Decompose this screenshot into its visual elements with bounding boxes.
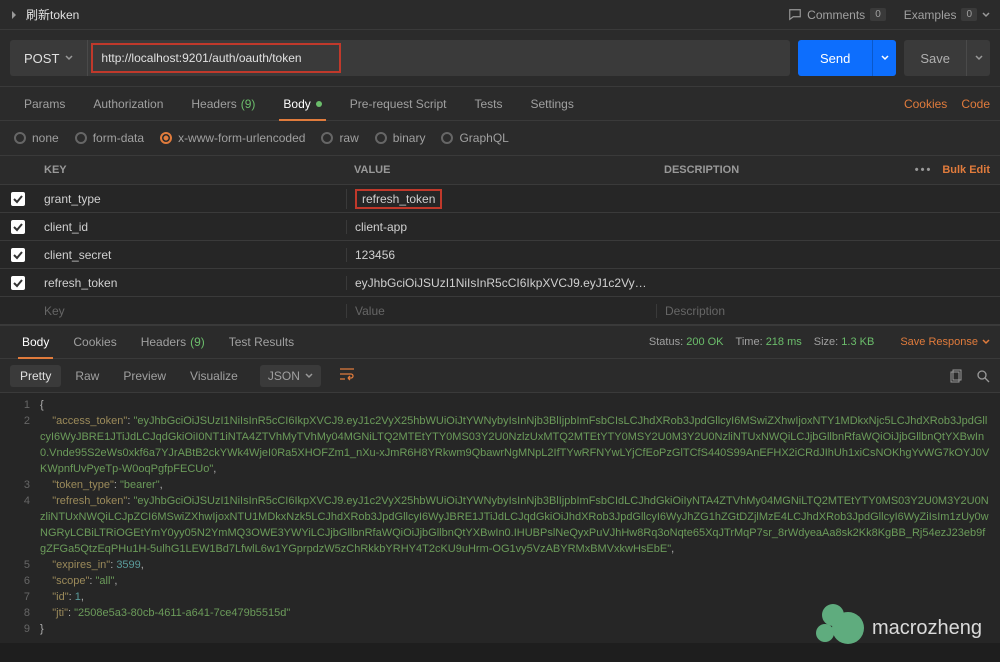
chevron-down-icon: [982, 338, 990, 346]
url-bar: POST: [10, 40, 790, 76]
key-cell[interactable]: client_secret: [36, 248, 346, 262]
resp-tab-headers[interactable]: Headers (9): [129, 325, 217, 359]
view-visualize[interactable]: Visualize: [180, 365, 248, 387]
send-dropdown[interactable]: [872, 40, 896, 76]
row-checkbox[interactable]: [11, 276, 25, 290]
desc-input[interactable]: Description: [656, 304, 1000, 318]
tab-body[interactable]: Body: [269, 87, 335, 121]
key-cell[interactable]: grant_type: [36, 192, 346, 206]
tab-headers[interactable]: Headers(9): [177, 87, 269, 121]
bulk-edit-link[interactable]: Bulk Edit: [942, 164, 990, 176]
table-head: KEY VALUE DESCRIPTION ••• Bulk Edit: [0, 155, 1000, 185]
resp-tab-cookies[interactable]: Cookies: [61, 325, 128, 359]
tab-settings[interactable]: Settings: [517, 87, 588, 121]
copy-icon[interactable]: [950, 369, 964, 383]
caret-right-icon: [10, 11, 18, 19]
row-checkbox[interactable]: [11, 220, 25, 234]
more-columns-icon[interactable]: •••: [915, 164, 933, 176]
view-bar: Pretty Raw Preview Visualize JSON: [0, 359, 1000, 393]
body-changed-dot: [316, 101, 322, 107]
col-value-header: VALUE: [346, 164, 656, 176]
comments-label: Comments: [807, 8, 865, 22]
watermark-text: macrozheng: [872, 617, 982, 640]
size-value: 1.3 KB: [841, 336, 874, 348]
tab-tests[interactable]: Tests: [460, 87, 516, 121]
examples-dropdown[interactable]: Examples 0: [904, 8, 990, 22]
response-tabs: Body Cookies Headers (9) Test Results St…: [0, 325, 1000, 359]
code-link[interactable]: Code: [961, 97, 990, 111]
tab-params[interactable]: Params: [10, 87, 79, 121]
radio-graphql[interactable]: GraphQL: [441, 131, 508, 145]
view-raw[interactable]: Raw: [65, 365, 109, 387]
tab-prerequest[interactable]: Pre-request Script: [336, 87, 461, 121]
send-button-group: Send: [798, 40, 896, 76]
chevron-down-icon: [881, 54, 889, 62]
request-title: 刷新token: [26, 6, 788, 23]
table-row[interactable]: client_id client-app: [0, 213, 1000, 241]
examples-count: 0: [961, 8, 977, 21]
table-row[interactable]: refresh_token eyJhbGciOiJSUzI1NiIsInR5cC…: [0, 269, 1000, 297]
radio-none[interactable]: none: [14, 131, 59, 145]
key-input[interactable]: Key: [36, 304, 346, 318]
body-type-radios: none form-data x-www-form-urlencoded raw…: [0, 121, 1000, 155]
value-cell[interactable]: refresh_token: [346, 189, 656, 209]
wrap-lines-button[interactable]: [333, 363, 361, 388]
request-tabs: Params Authorization Headers(9) Body Pre…: [0, 87, 1000, 121]
chevron-down-icon: [305, 372, 313, 380]
request-header-bar: 刷新token Comments 0 Examples 0: [0, 0, 1000, 30]
save-button-group: Save: [904, 40, 990, 76]
search-icon[interactable]: [976, 369, 990, 383]
cookies-link[interactable]: Cookies: [904, 97, 947, 111]
response-body-code[interactable]: 1{2 "access_token": "eyJhbGciOiJSUzI1NiI…: [0, 393, 1000, 643]
value-cell[interactable]: eyJhbGciOiJSUzI1NiIsInR5cCI6IkpXVCJ9.eyJ…: [346, 276, 656, 290]
chevron-down-icon: [975, 54, 983, 62]
table-row[interactable]: client_secret 123456: [0, 241, 1000, 269]
resp-tab-body[interactable]: Body: [10, 325, 61, 359]
comment-icon: [788, 8, 802, 22]
time-value: 218 ms: [766, 336, 802, 348]
url-row: POST Send Save: [0, 30, 1000, 87]
radio-formdata[interactable]: form-data: [75, 131, 144, 145]
save-button[interactable]: Save: [904, 51, 966, 66]
key-cell[interactable]: refresh_token: [36, 276, 346, 290]
col-key-header: KEY: [36, 164, 346, 176]
watermark: macrozheng: [832, 612, 982, 644]
wrap-icon: [339, 367, 355, 381]
view-pretty[interactable]: Pretty: [10, 365, 61, 387]
value-input[interactable]: Value: [346, 304, 656, 318]
table-empty-row[interactable]: Key Value Description: [0, 297, 1000, 325]
format-select[interactable]: JSON: [260, 365, 321, 387]
wechat-logo-icon: [832, 612, 864, 644]
method-select[interactable]: POST: [10, 40, 88, 76]
chevron-down-icon: [65, 54, 73, 62]
status-value: 200 OK: [686, 336, 723, 348]
tab-authorization[interactable]: Authorization: [79, 87, 177, 121]
table-row[interactable]: grant_type refresh_token: [0, 185, 1000, 213]
response-status: Status: 200 OK Time: 218 ms Size: 1.3 KB…: [649, 336, 990, 348]
col-desc-header: DESCRIPTION: [656, 164, 890, 176]
value-cell[interactable]: client-app: [346, 220, 656, 234]
chevron-down-icon: [982, 11, 990, 19]
method-value: POST: [24, 51, 59, 66]
examples-label: Examples: [904, 8, 957, 22]
radio-raw[interactable]: raw: [321, 131, 358, 145]
view-preview[interactable]: Preview: [113, 365, 176, 387]
row-checkbox[interactable]: [11, 192, 25, 206]
save-response-dropdown[interactable]: Save Response: [900, 336, 990, 348]
key-cell[interactable]: client_id: [36, 220, 346, 234]
send-button[interactable]: Send: [798, 40, 872, 76]
row-checkbox[interactable]: [11, 248, 25, 262]
resp-tab-testresults[interactable]: Test Results: [217, 325, 306, 359]
radio-binary[interactable]: binary: [375, 131, 426, 145]
radio-urlencoded[interactable]: x-www-form-urlencoded: [160, 131, 305, 145]
comments-button[interactable]: Comments 0: [788, 8, 886, 22]
params-table: KEY VALUE DESCRIPTION ••• Bulk Edit gran…: [0, 155, 1000, 325]
comments-count: 0: [870, 8, 886, 21]
save-dropdown[interactable]: [966, 40, 990, 76]
url-input[interactable]: [91, 43, 341, 73]
value-cell[interactable]: 123456: [346, 248, 656, 262]
